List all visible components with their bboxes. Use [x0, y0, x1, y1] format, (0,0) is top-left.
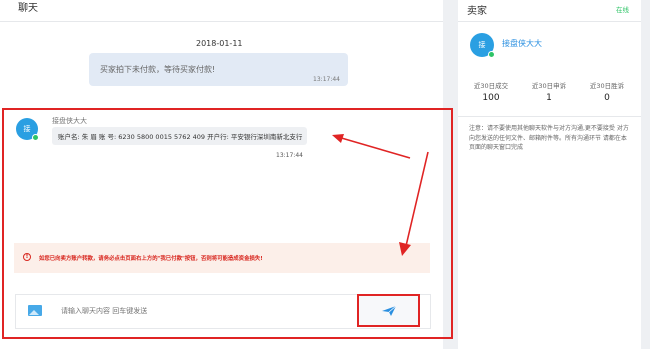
stat-label: 近30日申诉 — [531, 82, 567, 90]
stat-trades: 近30日成交 100 — [462, 80, 520, 103]
stat-value: 0 — [604, 93, 610, 103]
divider — [458, 116, 641, 117]
system-message: 买家拍下未付款，等待买家付款! 13:17:44 — [89, 53, 348, 86]
seller-online-dot — [488, 51, 495, 58]
system-message-time: 13:17:44 — [313, 76, 340, 83]
online-status: 在线 — [616, 6, 629, 14]
chat-header: 聊天 — [0, 0, 443, 22]
seller-avatar: 接 — [470, 33, 495, 58]
seller-panel: 卖家 在线 接 接盘侠大大 近30日成交 100 近30日申诉 1 近30日胜诉… — [458, 0, 641, 349]
stat-wins: 近30日胜诉 0 — [578, 80, 636, 103]
highlight-box — [2, 108, 453, 339]
message-date: 2018-01-11 — [196, 39, 243, 48]
system-message-text: 买家拍下未付款，等待买家付款! — [100, 65, 216, 74]
seller-stats: 近30日成交 100 近30日申诉 1 近30日胜诉 0 — [462, 80, 637, 110]
seller-avatar-text: 接 — [478, 41, 486, 49]
security-notice: 注意：请不要使用其他聊天软件与对方沟通,更不要接受 对方向您发送的任何文件、邮箱… — [469, 125, 629, 151]
stat-value: 100 — [482, 93, 500, 103]
stat-appeals: 近30日申诉 1 — [520, 80, 578, 103]
seller-name[interactable]: 接盘侠大大 — [502, 38, 542, 49]
stat-label: 近30日成交 — [473, 82, 509, 90]
stat-label: 近30日胜诉 — [589, 82, 625, 90]
stat-value: 1 — [546, 93, 552, 103]
chat-title: 聊天 — [18, 3, 38, 14]
seller-title: 卖家 — [467, 6, 487, 17]
